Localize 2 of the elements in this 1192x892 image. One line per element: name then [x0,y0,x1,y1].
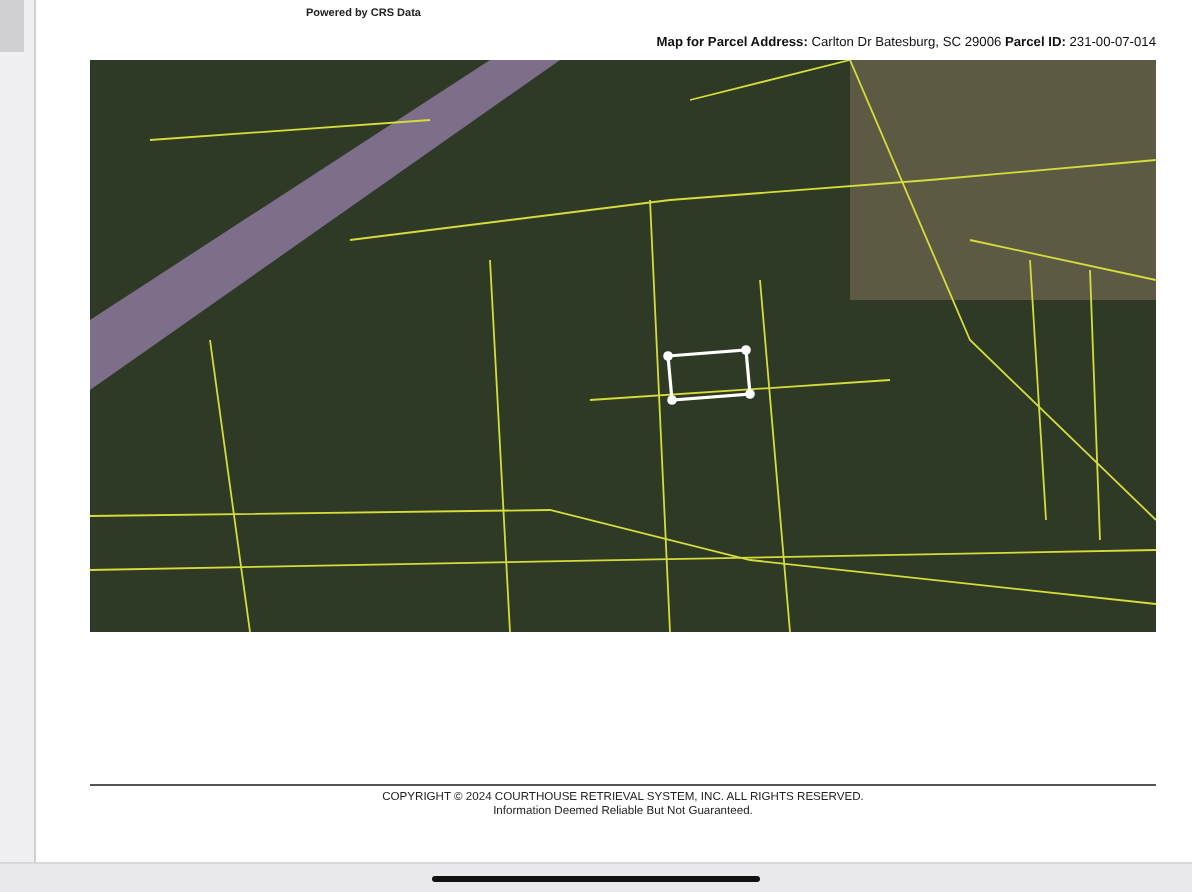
home-indicator[interactable] [432,875,760,881]
page-thumbnail[interactable] [0,0,24,52]
